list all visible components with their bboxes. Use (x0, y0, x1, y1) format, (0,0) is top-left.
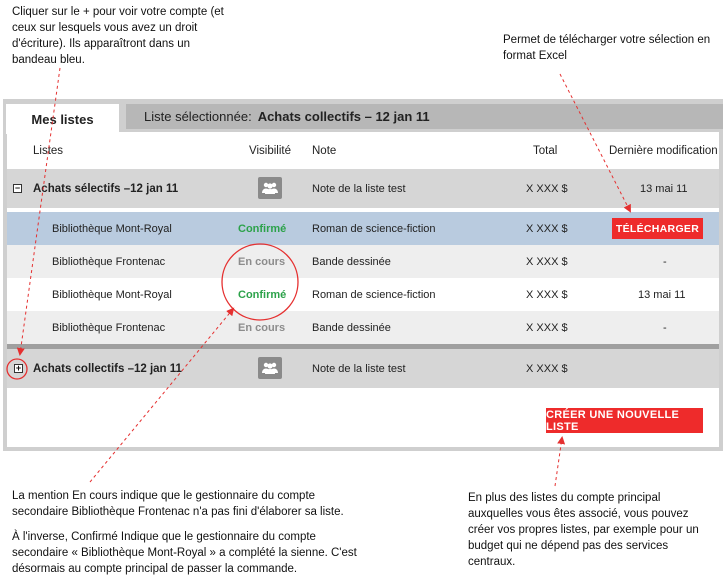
list-note: Roman de science-fiction (312, 288, 436, 301)
collapse-toggle-icon[interactable]: − (13, 184, 22, 193)
column-header-lists[interactable]: Listes (33, 145, 63, 157)
annotation-text: À l'inverse, Confirmé Indique que le ges… (12, 531, 357, 575)
group-total: X XXX $ (526, 182, 568, 195)
group-note: Note de la liste test (312, 182, 406, 195)
list-row[interactable]: Bibliothèque Mont-Royal Confirmé Roman d… (7, 212, 719, 245)
status-badge: Confirmé (238, 222, 287, 235)
list-row[interactable]: Bibliothèque Frontenac En cours Bande de… (7, 245, 719, 278)
group-total: X XXX $ (526, 362, 568, 375)
column-header-note[interactable]: Note (312, 145, 336, 157)
list-total: X XXX $ (526, 255, 568, 268)
group-name: Achats collectifs –12 jan 11 (33, 362, 182, 375)
status-badge: En cours (238, 321, 286, 334)
annotation-status-hint: La mention En cours indique que le gesti… (12, 488, 362, 576)
list-group-row[interactable]: − Achats sélectifs –12 jan 11 Note de la… (7, 169, 719, 208)
list-name: Bibliothèque Frontenac (52, 321, 166, 334)
list-total: X XXX $ (526, 321, 568, 334)
group-icon (258, 357, 282, 379)
column-header-total[interactable]: Total (533, 145, 557, 157)
expand-toggle-icon[interactable]: + (14, 364, 23, 373)
status-badge: Confirmé (238, 288, 287, 301)
list-note: Roman de science-fiction (312, 222, 436, 235)
selected-list-name: Achats collectifs – 12 jan 11 (257, 109, 430, 124)
group-name: Achats sélectifs –12 jan 11 (33, 182, 179, 195)
annotation-download-hint: Permet de télécharger votre sélection en… (503, 32, 713, 64)
annotation-expand-hint: Cliquer sur le + pour voir votre compte … (12, 4, 227, 68)
list-total: X XXX $ (526, 288, 568, 301)
annotation-create-hint: En plus des listes du compte principal a… (468, 490, 713, 570)
create-list-button[interactable]: CRÉER UNE NOUVELLE LISTE (546, 408, 703, 433)
tab-my-lists[interactable]: Mes listes (6, 104, 119, 134)
list-modified: - (663, 255, 667, 268)
group-icon (258, 177, 282, 199)
list-name: Bibliothèque Frontenac (52, 255, 166, 268)
download-button[interactable]: TÉLÉCHARGER (612, 218, 703, 239)
list-row[interactable]: Bibliothèque Mont-Royal Confirmé Roman d… (7, 278, 719, 311)
list-name: Bibliothèque Mont-Royal (52, 222, 172, 235)
list-note: Bande dessinée (312, 321, 391, 334)
annotation-text: Permet de télécharger votre sélection en… (503, 34, 711, 62)
list-note: Bande dessinée (312, 255, 391, 268)
annotation-text: Cliquer sur le + pour voir votre compte … (12, 6, 224, 66)
list-modified: 13 mai 11 (638, 288, 686, 301)
status-badge: En cours (238, 255, 286, 268)
annotation-text: En plus des listes du compte principal a… (468, 492, 699, 568)
list-group-row[interactable]: + Achats collectifs –12 jan 11 Note de l… (7, 349, 719, 388)
group-modified: 13 mai 11 (640, 182, 688, 195)
annotation-text: La mention En cours indique que le gesti… (12, 490, 344, 518)
column-header-last-modified[interactable]: Dernière modification (609, 145, 718, 157)
column-header-visibility[interactable]: Visibilité (249, 145, 291, 157)
selected-list-prefix: Liste sélectionnée: (144, 109, 252, 124)
group-note: Note de la liste test (312, 362, 406, 375)
list-row[interactable]: Bibliothèque Frontenac En cours Bande de… (7, 311, 719, 344)
selected-list-bar: Liste sélectionnée: Achats collectifs – … (126, 104, 723, 129)
list-modified: - (663, 321, 667, 334)
list-name: Bibliothèque Mont-Royal (52, 288, 172, 301)
list-total: X XXX $ (526, 222, 568, 235)
